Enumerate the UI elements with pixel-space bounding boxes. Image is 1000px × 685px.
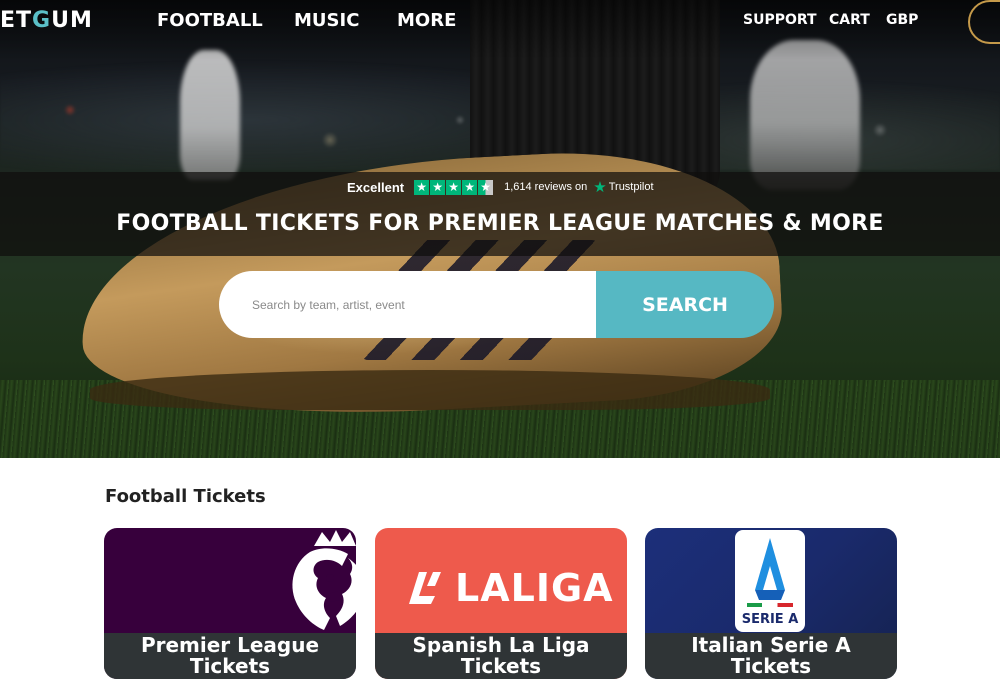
- card-premier-league[interactable]: Premier League Tickets: [104, 528, 356, 679]
- section-title-football-tickets: Football Tickets: [105, 486, 266, 507]
- trustpilot-stars: ★ ★ ★ ★ ★: [414, 179, 494, 195]
- star-icon: ★: [446, 179, 462, 195]
- background-player-left: [180, 50, 240, 180]
- logo-text-start: ET: [0, 8, 33, 33]
- card-laliga[interactable]: LALIGA Spanish La Liga Tickets: [375, 528, 627, 679]
- currency-selector[interactable]: GBP: [886, 12, 918, 28]
- background-player-right: [750, 40, 860, 190]
- card-caption: Spanish La Liga Tickets: [375, 633, 627, 679]
- laliga-mark-icon: [409, 572, 441, 604]
- logo-text-accent: G: [32, 8, 52, 33]
- half-star-icon: ★: [478, 179, 494, 195]
- card-serie-a[interactable]: SERIE A Italian Serie A Tickets: [645, 528, 897, 679]
- hero-heading: FOOTBALL TICKETS FOR PREMIER LEAGUE MATC…: [116, 211, 884, 236]
- nav-football[interactable]: FOOTBALL: [157, 10, 263, 31]
- trustpilot-review-count: 1,614 reviews on: [504, 181, 588, 193]
- star-icon: ★: [414, 179, 430, 195]
- italian-flag-stripe: [747, 603, 793, 607]
- card-caption: Italian Serie A Tickets: [645, 633, 897, 679]
- nav-music[interactable]: MUSIC: [294, 10, 359, 31]
- search-input[interactable]: [219, 271, 619, 338]
- nav-cart[interactable]: CART: [829, 12, 870, 28]
- search-button[interactable]: SEARCH: [596, 271, 774, 338]
- premier-league-lion-icon: [292, 530, 356, 630]
- star-icon: ★: [462, 179, 478, 195]
- nav-support[interactable]: SUPPORT: [743, 12, 817, 28]
- laliga-logo: LALIGA: [405, 566, 614, 610]
- serie-a-logo-text: SERIE A: [741, 612, 799, 627]
- trustpilot-star-icon: ★: [593, 179, 607, 196]
- trustpilot-widget[interactable]: Excellent ★ ★ ★ ★ ★ 1,614 reviews on ★ T…: [347, 178, 654, 196]
- boot-sole: [90, 370, 770, 410]
- laliga-logo-text: LALIGA: [455, 566, 614, 610]
- serie-a-logo: SERIE A: [735, 530, 805, 632]
- trustpilot-brand: Trustpilot: [608, 181, 654, 193]
- logo-text-end: UM: [51, 8, 93, 33]
- star-icon: ★: [430, 179, 446, 195]
- card-caption: Premier League Tickets: [104, 633, 356, 679]
- trustpilot-rating-label: Excellent: [347, 179, 405, 195]
- nav-more[interactable]: MORE: [397, 10, 456, 31]
- header-shade: [0, 0, 1000, 60]
- site-logo[interactable]: ETGUM: [0, 8, 93, 33]
